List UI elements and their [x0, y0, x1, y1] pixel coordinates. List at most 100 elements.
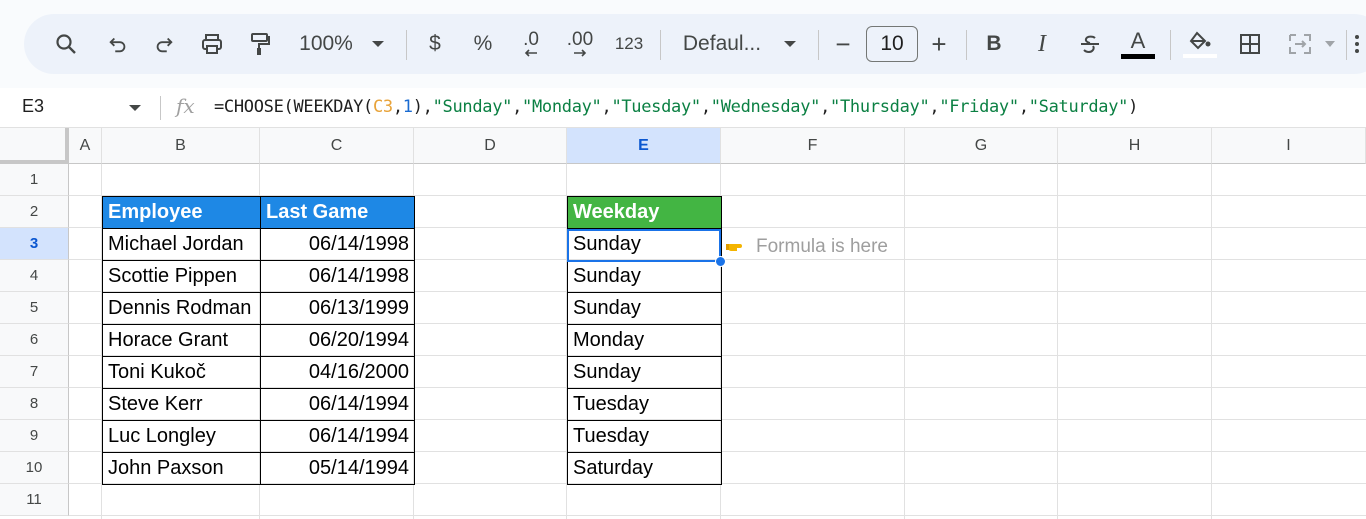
last-game-date-cell[interactable]: 04/16/2000	[260, 356, 415, 389]
row-header-1[interactable]: 1	[0, 164, 69, 196]
column-header-d[interactable]: D	[414, 128, 567, 164]
chevron-down-icon[interactable]	[368, 14, 388, 74]
column-header-c[interactable]: C	[260, 128, 414, 164]
search-icon[interactable]	[52, 14, 80, 74]
toolbar-divider	[406, 30, 407, 60]
chevron-down-icon[interactable]	[128, 100, 142, 118]
weekday-cell[interactable]: Sunday	[567, 228, 722, 261]
formula-token: ,	[820, 97, 831, 117]
employee-name-cell[interactable]: Horace Grant	[102, 324, 261, 357]
last-game-date-cell[interactable]: 06/20/1994	[260, 324, 415, 357]
employee-name-cell[interactable]: Scottie Pippen	[102, 260, 261, 293]
pointing-hand-icon	[726, 237, 748, 258]
currency-format-button[interactable]: $	[424, 14, 446, 74]
last-game-date-cell[interactable]: 06/13/1999	[260, 292, 415, 325]
toolbar-divider	[1346, 30, 1347, 60]
row-header-5[interactable]: 5	[0, 292, 69, 324]
number-format-label: 123	[614, 34, 644, 53]
print-icon[interactable]	[198, 14, 226, 74]
fx-icon: fx	[176, 94, 195, 118]
percent-format-button[interactable]: %	[470, 14, 496, 74]
chevron-down-icon[interactable]	[780, 14, 800, 74]
italic-button[interactable]: I	[1030, 14, 1054, 74]
merge-cells-icon[interactable]	[1286, 14, 1314, 74]
decrease-decimal-button[interactable]: .0	[516, 14, 546, 74]
formula-token: "Thursday"	[830, 97, 930, 117]
column-header-i[interactable]: I	[1212, 128, 1366, 164]
row-header-2[interactable]: 2	[0, 196, 69, 228]
employee-name-cell[interactable]: Steve Kerr	[102, 388, 261, 421]
weekday-cell[interactable]: Tuesday	[567, 388, 722, 421]
zoom-select[interactable]: 100%	[294, 14, 358, 74]
weekday-cell[interactable]: Saturday	[567, 452, 722, 485]
formula-note-text: Formula is here	[756, 236, 888, 257]
redo-icon[interactable]	[150, 14, 178, 74]
arrow-right-icon	[574, 49, 587, 57]
weekday-cell[interactable]: Sunday	[567, 292, 722, 325]
employee-name-cell[interactable]: Toni Kukoč	[102, 356, 261, 389]
strikethrough-icon[interactable]	[1076, 14, 1104, 74]
last-game-header-cell[interactable]: Last Game	[260, 196, 415, 229]
weekday-cell[interactable]: Monday	[567, 324, 722, 357]
row-header-4[interactable]: 4	[0, 260, 69, 292]
formula-token: ,	[1018, 97, 1029, 117]
text-color-swatch	[1121, 53, 1155, 59]
more-icon[interactable]	[1350, 14, 1364, 74]
font-size-input[interactable]: 10	[866, 26, 918, 62]
employee-header-cell[interactable]: Employee	[102, 196, 261, 229]
weekday-cell[interactable]: Sunday	[567, 356, 722, 389]
borders-icon[interactable]	[1236, 14, 1264, 74]
bold-label: B	[986, 32, 1002, 55]
column-header-b[interactable]: B	[102, 128, 260, 164]
fill-color-icon[interactable]	[1182, 14, 1218, 74]
row-header-8[interactable]: 8	[0, 388, 69, 420]
last-game-date-cell[interactable]: 05/14/1994	[260, 452, 415, 485]
column-header-e[interactable]: E	[567, 128, 721, 164]
column-header-f[interactable]: F	[721, 128, 905, 164]
last-game-date-cell[interactable]: 06/14/1998	[260, 260, 415, 293]
weekday-cell[interactable]: Tuesday	[567, 420, 722, 453]
last-game-date-cell[interactable]: 06/14/1994	[260, 420, 415, 453]
weekday-header-cell[interactable]: Weekday	[567, 196, 722, 229]
undo-icon[interactable]	[104, 14, 132, 74]
paint-format-icon[interactable]	[246, 14, 274, 74]
name-box[interactable]: E3	[22, 96, 44, 117]
formula-input[interactable]: =CHOOSE(WEEKDAY(C3,1),"Sunday","Monday",…	[214, 97, 1138, 117]
chevron-down-icon[interactable]	[1322, 14, 1338, 74]
row-header-6[interactable]: 6	[0, 324, 69, 356]
bold-button[interactable]: B	[982, 14, 1006, 74]
row-header-3[interactable]: 3	[0, 228, 69, 260]
formula-note: Formula is here	[726, 231, 888, 263]
employee-name-cell[interactable]: Dennis Rodman	[102, 292, 261, 325]
row-header-7[interactable]: 7	[0, 356, 69, 388]
formula-bar-divider	[160, 96, 161, 120]
column-header-g[interactable]: G	[905, 128, 1058, 164]
row-header-9[interactable]: 9	[0, 420, 69, 452]
last-game-date-cell[interactable]: 06/14/1998	[260, 228, 415, 261]
decrease-decimal-label: .0	[523, 29, 539, 50]
row-header-11[interactable]: 11	[0, 484, 69, 516]
formula-token: "Wednesday"	[710, 97, 821, 117]
employee-name-cell[interactable]: Michael Jordan	[102, 228, 261, 261]
column-header-a[interactable]: A	[69, 128, 102, 164]
increase-decimal-button[interactable]: .00	[562, 14, 598, 74]
row-header-10[interactable]: 10	[0, 452, 69, 484]
decrease-font-size-button[interactable]: −	[832, 14, 854, 74]
select-all-corner[interactable]	[0, 128, 69, 164]
employee-name-cell[interactable]: John Paxson	[102, 452, 261, 485]
number-format-button[interactable]: 123	[610, 14, 648, 74]
font-select[interactable]: Defaul...	[680, 14, 764, 74]
weekday-cell[interactable]: Sunday	[567, 260, 722, 293]
toolbar-divider	[660, 30, 661, 60]
formula-token: ,	[601, 97, 612, 117]
column-header-h[interactable]: H	[1058, 128, 1212, 164]
text-color-button[interactable]: A	[1120, 14, 1156, 74]
fill-handle[interactable]	[715, 256, 726, 267]
font-size-value: 10	[880, 32, 904, 55]
spreadsheet-grid: ABCDEFGHI 1 2 3 4 5 6 7 8 9 10 11 Employee Last Gam…	[0, 128, 1366, 519]
formula-token: "Sunday"	[432, 97, 513, 117]
employee-name-cell[interactable]: Luc Longley	[102, 420, 261, 453]
increase-font-size-button[interactable]: +	[928, 14, 950, 74]
grid-column-line	[1057, 164, 1058, 519]
last-game-date-cell[interactable]: 06/14/1994	[260, 388, 415, 421]
